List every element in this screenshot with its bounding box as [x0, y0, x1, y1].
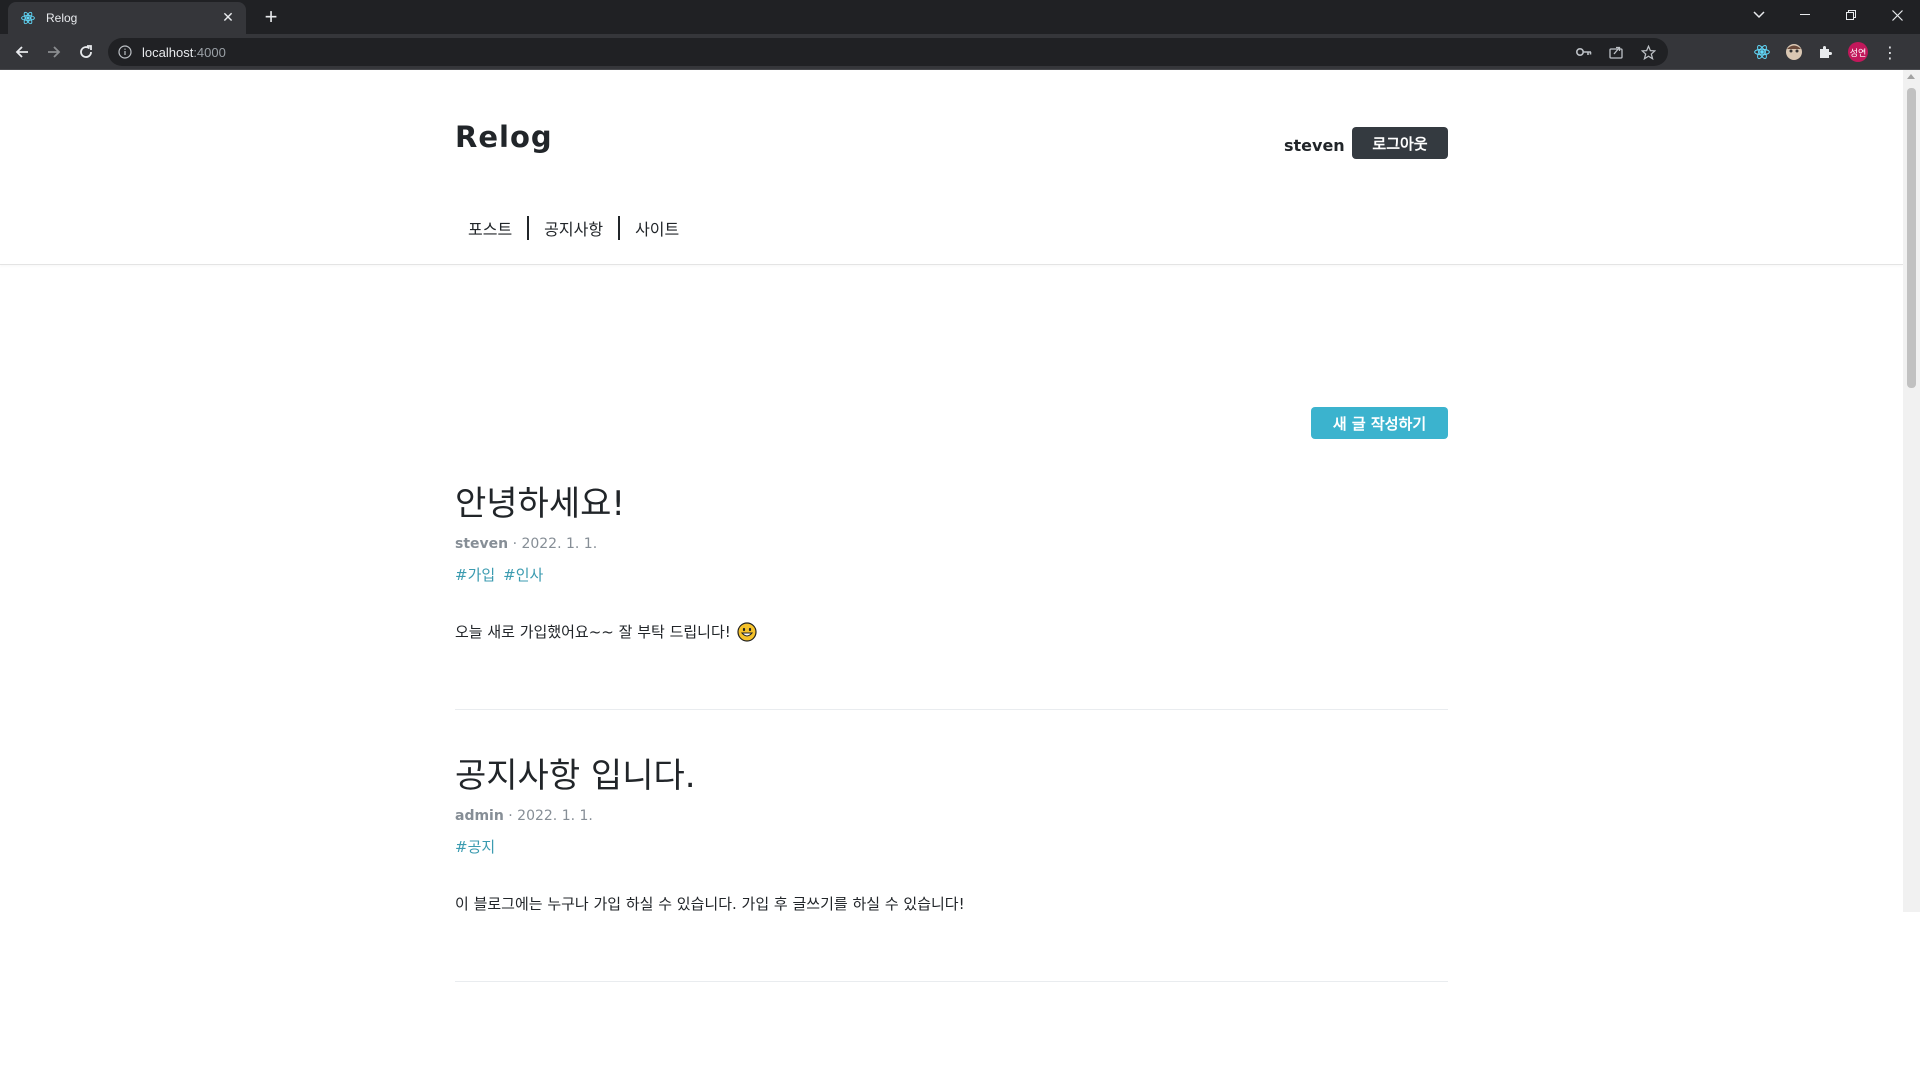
post-item: 안녕하세요! steven · 2022. 1. 1. #가입 #인사 오늘 새… [455, 484, 1448, 642]
post-body: 오늘 새로 가입했어요~~ 잘 부탁 드립니다! [455, 621, 1448, 642]
post-body: 이 블로그에는 누구나 가입 하실 수 있습니다. 가입 후 글쓰기를 하실 수… [455, 893, 1448, 914]
scrollbar-thumb[interactable] [1907, 88, 1916, 388]
post-body-text: 이 블로그에는 누구나 가입 하실 수 있습니다. 가입 후 글쓰기를 하실 수… [455, 895, 965, 913]
restore-icon[interactable] [1834, 0, 1868, 30]
scroll-up-arrow-icon[interactable] [1907, 74, 1915, 79]
nav-divider [527, 216, 530, 240]
star-icon[interactable] [1640, 44, 1656, 60]
username: steven [1284, 136, 1345, 155]
site-logo[interactable]: Relog [455, 120, 553, 154]
post-tags: #공지 [455, 836, 1448, 857]
post-title[interactable]: 안녕하세요! [455, 484, 1448, 524]
tab-title: Relog [46, 11, 78, 25]
post-author[interactable]: steven [455, 536, 508, 552]
grinning-face-icon [737, 621, 757, 642]
browser-tab[interactable]: Relog ✕ [8, 2, 246, 34]
main-nav: 포스트 공지사항 사이트 [468, 216, 679, 240]
key-icon[interactable] [1576, 44, 1592, 60]
post-divider [455, 709, 1448, 710]
post-item: 공지사항 입니다. admin · 2022. 1. 1. #공지 이 블로그에… [455, 756, 1448, 914]
browser-tab-strip: Relog ✕ + [0, 0, 1920, 34]
forward-icon[interactable] [42, 40, 66, 64]
post-tag[interactable]: #가입 [455, 564, 495, 585]
back-icon[interactable] [10, 40, 34, 64]
nav-item-notices[interactable]: 공지사항 [544, 216, 603, 240]
window-close-icon[interactable] [1880, 0, 1914, 30]
profile-avatar[interactable]: 성연 [1848, 42, 1868, 62]
post-meta: admin · 2022. 1. 1. [455, 808, 1448, 824]
post-date: · 2022. 1. 1. [508, 808, 593, 824]
post-date: · 2022. 1. 1. [512, 536, 598, 552]
nav-item-posts[interactable]: 포스트 [468, 216, 512, 240]
extensions-puzzle-icon[interactable] [1816, 42, 1836, 62]
post-divider [455, 981, 1448, 982]
post-author[interactable]: admin [455, 808, 504, 824]
post-meta: steven · 2022. 1. 1. [455, 536, 1448, 552]
extension-face-icon[interactable] [1784, 42, 1804, 62]
share-icon[interactable] [1608, 44, 1624, 60]
logout-button[interactable]: 로그아웃 [1352, 127, 1448, 159]
post-tags: #가입 #인사 [455, 564, 1448, 585]
post-tag[interactable]: #공지 [455, 836, 495, 857]
page-viewport: Relog steven 로그아웃 포스트 공지사항 사이트 새 글 작성하기 … [0, 70, 1920, 1080]
new-tab-button[interactable]: + [258, 4, 284, 30]
more-options-icon[interactable]: ⋮ [1880, 42, 1900, 62]
address-bar[interactable]: localhost:4000 [108, 38, 1668, 66]
post-title[interactable]: 공지사항 입니다. [455, 756, 1448, 796]
url-text: localhost:4000 [142, 44, 226, 60]
site-header: Relog steven 로그아웃 포스트 공지사항 사이트 [0, 70, 1903, 265]
info-icon[interactable] [118, 45, 132, 59]
nav-divider [618, 216, 621, 240]
close-icon[interactable]: ✕ [220, 10, 236, 26]
tab-search-icon[interactable] [1742, 0, 1776, 30]
reload-icon[interactable] [74, 40, 98, 64]
react-icon [20, 10, 36, 26]
post-tag[interactable]: #인사 [503, 564, 543, 585]
nav-item-site[interactable]: 사이트 [635, 216, 679, 240]
write-post-button[interactable]: 새 글 작성하기 [1311, 407, 1448, 439]
vertical-scrollbar[interactable] [1903, 70, 1920, 912]
post-body-text: 오늘 새로 가입했어요~~ 잘 부탁 드립니다! [455, 623, 731, 641]
browser-toolbar: localhost:4000 성연 ⋮ [0, 34, 1920, 70]
react-devtools-icon[interactable] [1752, 42, 1772, 62]
minimize-icon[interactable] [1788, 0, 1822, 30]
